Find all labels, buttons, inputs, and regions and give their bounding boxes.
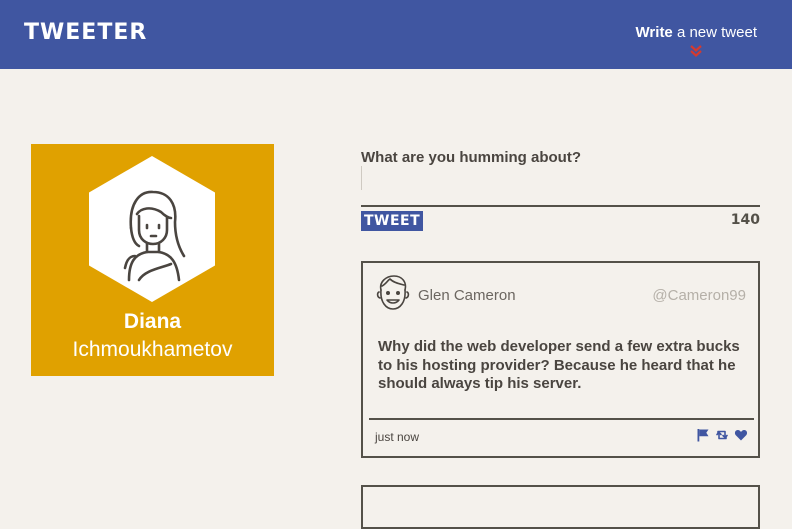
tweet-body-text: Why did the web developer send a few ext…: [378, 338, 740, 392]
tweet-text-input[interactable]: [361, 166, 764, 190]
write-label: Write: [635, 24, 673, 41]
tweet-article: Glen Cameron @Cameron99 Why did the web …: [361, 261, 760, 458]
tweet-author-handle[interactable]: @Cameron99: [652, 287, 746, 304]
profile-last-name: Ichmoukhametov: [72, 338, 233, 361]
brand-logo[interactable]: TWEETER: [24, 20, 147, 45]
flag-icon[interactable]: [696, 428, 710, 442]
tweet-submit-button[interactable]: TWEET: [361, 211, 424, 231]
retweet-icon[interactable]: [715, 428, 729, 442]
character-counter: 140: [730, 212, 760, 228]
write-new-tweet-toggle[interactable]: Write a new tweet: [635, 24, 757, 57]
double-chevron-down-icon[interactable]: [689, 45, 703, 57]
profile-first-name: Diana: [123, 310, 182, 333]
man-avatar-icon: [376, 275, 410, 310]
top-navbar: TWEETER Write a new tweet: [0, 0, 792, 69]
tweet-article-partial: [361, 485, 760, 529]
tweet-footer-divider: [369, 418, 754, 420]
compose-prompt-label: What are you humming about?: [361, 149, 581, 166]
compose-divider: [361, 205, 760, 207]
tweet-timestamp: just now: [375, 430, 420, 444]
tweet-author-name[interactable]: Glen Cameron: [418, 287, 516, 304]
tweet-actions: [696, 428, 748, 442]
heart-icon[interactable]: [734, 428, 748, 442]
profile-card: Diana Ichmoukhametov: [31, 144, 274, 376]
woman-avatar-icon: [89, 156, 215, 302]
new-tweet-label: a new tweet: [672, 24, 757, 41]
